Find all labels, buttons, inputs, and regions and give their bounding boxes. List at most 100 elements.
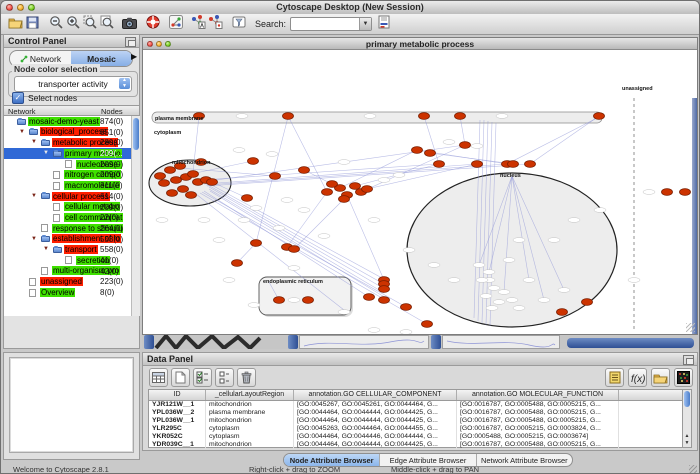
import-attributes-icon[interactable] xyxy=(651,368,670,387)
network-node[interactable] xyxy=(248,158,259,165)
network-node[interactable] xyxy=(680,189,691,196)
expand-arrow-icon[interactable]: ▼ xyxy=(31,193,37,199)
network-node[interactable] xyxy=(419,113,430,120)
float-panel-icon[interactable] xyxy=(125,37,136,47)
network-node[interactable] xyxy=(364,294,375,301)
network-node[interactable] xyxy=(508,161,519,168)
expand-arrow-icon[interactable]: ▼ xyxy=(43,150,49,156)
network-node[interactable] xyxy=(460,142,471,149)
background-window[interactable] xyxy=(144,335,154,349)
network-node[interactable] xyxy=(155,173,166,180)
tree-item-establishment-of-lo[interactable]: ▼establishment of lo558(0) xyxy=(4,234,131,245)
network-node[interactable] xyxy=(159,180,170,187)
table-cell[interactable]: [GO:0016787, GO:0005488, GO:0005215, G..… xyxy=(457,417,619,425)
table-cell[interactable]: mitochondrion xyxy=(206,417,294,425)
network-icon[interactable] xyxy=(167,14,184,31)
table-cell[interactable]: YJR121W__1 xyxy=(149,401,206,409)
delete-attribute-icon[interactable] xyxy=(237,368,256,387)
tree-scrollbar[interactable] xyxy=(131,116,140,316)
table-icon[interactable] xyxy=(149,368,168,387)
column-header[interactable]: _cellularLayoutRegion xyxy=(206,390,294,400)
tree-item-cellular-metabo[interactable]: cellular metabo209(0) xyxy=(4,202,131,213)
search-input[interactable]: ▼ xyxy=(290,17,372,31)
network-node[interactable] xyxy=(525,161,536,168)
network-node[interactable] xyxy=(379,286,390,293)
scroll-down-icon[interactable]: ▼ xyxy=(683,440,691,446)
tree-item-cell-communicat[interactable]: cell communicat22(0) xyxy=(4,212,131,223)
tree-item-secretion[interactable]: secretion41(0) xyxy=(4,255,131,266)
select-nodes-checkbox[interactable]: ✓ xyxy=(12,92,24,104)
table-cell[interactable]: [GO:0044464, GO:0044446, GO:0044444, G..… xyxy=(294,433,457,441)
background-window[interactable] xyxy=(567,338,694,348)
network-node[interactable] xyxy=(472,161,483,168)
table-cell[interactable]: [GO:0016787, GO:0005215, GO:0003824, G..… xyxy=(457,425,619,433)
column-header[interactable]: annotation.GO MOLECULAR_FUNCTION xyxy=(457,390,619,400)
edge[interactable] xyxy=(288,116,327,192)
table-cell[interactable]: YKR052C xyxy=(149,433,206,441)
tree-column-header[interactable]: Network Nodes xyxy=(4,105,139,116)
network-node[interactable] xyxy=(188,171,199,178)
network-node[interactable] xyxy=(251,240,262,247)
network-node[interactable] xyxy=(303,297,314,304)
network-node[interactable] xyxy=(422,321,433,328)
tree-item-response-to-stimulu[interactable]: response to stimulu264(0) xyxy=(4,223,131,234)
table-cell[interactable]: [GO:0016787, GO:0005488, GO:0005215, G..… xyxy=(457,441,619,449)
function-builder-icon[interactable]: f(x) xyxy=(628,368,647,387)
network-node[interactable] xyxy=(594,113,605,120)
edge[interactable] xyxy=(507,117,599,164)
vizmapper-nodes-icon[interactable] xyxy=(190,14,207,31)
view-resize-grip[interactable] xyxy=(686,323,695,332)
background-window[interactable] xyxy=(288,335,298,349)
tree-item-metabolic-process[interactable]: ▼metabolic process280(0) xyxy=(4,137,131,148)
network-node[interactable] xyxy=(662,189,673,196)
zoom-selected-icon[interactable] xyxy=(81,14,98,31)
expand-arrow-icon[interactable]: ▼ xyxy=(19,129,25,135)
network-node[interactable] xyxy=(207,179,218,186)
expand-arrow-icon[interactable]: ▼ xyxy=(31,139,37,145)
network-node[interactable] xyxy=(327,181,338,188)
network-node[interactable] xyxy=(289,246,300,253)
network-node[interactable] xyxy=(232,260,243,267)
new-attribute-icon[interactable] xyxy=(171,368,190,387)
node-color-dropdown[interactable]: transporter activity ▲▼ xyxy=(14,76,132,92)
tree-item-macromolecule[interactable]: macromolecule311(0) xyxy=(4,180,131,191)
network-node[interactable] xyxy=(455,113,466,120)
scroll-up-icon[interactable]: ▲ xyxy=(683,433,691,439)
zoom-in-icon[interactable] xyxy=(64,14,81,31)
network-node[interactable] xyxy=(283,113,294,120)
table-cell[interactable]: [GO:0044464, GO:0044444, GO:0044425, G..… xyxy=(294,409,457,417)
edge[interactable] xyxy=(202,164,439,180)
table-row[interactable]: YPL036W__1mitochondrion[GO:0044464, GO:0… xyxy=(149,417,683,425)
tree-item-primary-metabo[interactable]: ▼primary metabo209(... xyxy=(4,148,131,159)
tree-item-mosaic-demo-yeast[interactable]: mosaic-demo-yeast874(0) xyxy=(4,116,131,127)
tree-item-biological-process[interactable]: ▼biological_process651(0) xyxy=(4,127,131,138)
network-node[interactable] xyxy=(322,189,333,196)
expand-arrow-icon[interactable]: ▼ xyxy=(43,246,49,252)
heatmap-icon[interactable] xyxy=(674,368,693,387)
stepper-icon[interactable]: ▲▼ xyxy=(119,78,130,89)
chevron-down-icon[interactable]: ▼ xyxy=(359,18,371,30)
table-cell[interactable]: [GO:0005488, GO:0005215, GO:0003674] xyxy=(457,433,619,441)
table-cell[interactable]: cytoplasm xyxy=(206,425,294,433)
table-cell[interactable]: YDR039C__1 xyxy=(149,441,206,449)
float-panel-icon[interactable] xyxy=(683,355,694,365)
app-resize-grip[interactable] xyxy=(689,465,697,473)
birds-eye-view-canvas[interactable] xyxy=(9,357,134,453)
table-cell[interactable]: YLR295C xyxy=(149,425,206,433)
network-node[interactable] xyxy=(401,304,412,311)
tree-item-nucleobase-[interactable]: nucleobase-209(0) xyxy=(4,159,131,170)
snapshot-icon[interactable] xyxy=(121,15,138,32)
edge[interactable] xyxy=(347,195,384,280)
zoom-out-icon[interactable] xyxy=(47,14,64,31)
network-node[interactable] xyxy=(412,147,423,154)
network-node[interactable] xyxy=(274,297,285,304)
edge[interactable] xyxy=(209,187,383,288)
network-node[interactable] xyxy=(270,173,281,180)
network-node[interactable] xyxy=(178,186,189,193)
background-window[interactable] xyxy=(442,335,560,349)
save-icon[interactable] xyxy=(24,14,41,31)
table-row[interactable]: YJR121W__1mitochondrion[GO:0045267, GO:0… xyxy=(149,401,683,409)
attribute-browser-icon[interactable] xyxy=(376,14,393,31)
vizmapper-edges-icon[interactable] xyxy=(207,14,224,31)
compartment-plasma-membrane[interactable] xyxy=(152,112,602,123)
